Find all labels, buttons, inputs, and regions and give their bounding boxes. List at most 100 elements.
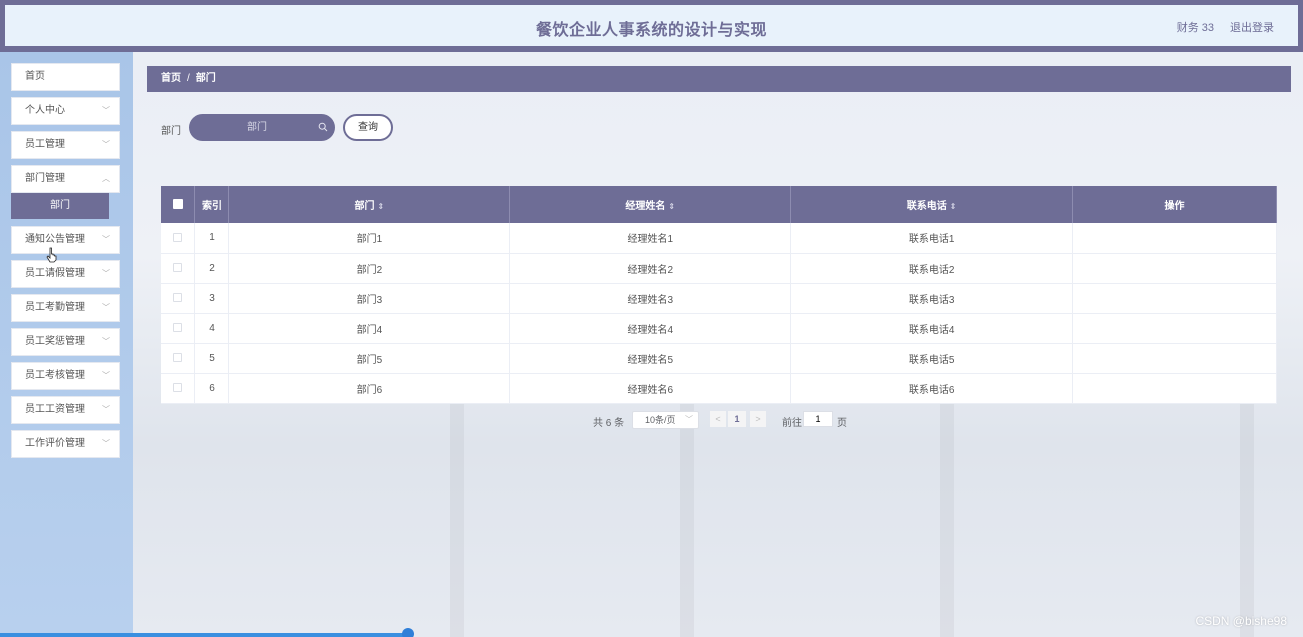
search-box bbox=[189, 114, 335, 141]
cell-manager: 经理姓名1 bbox=[509, 223, 792, 254]
cell-phone: 联系电话5 bbox=[790, 343, 1074, 374]
row-checkbox[interactable] bbox=[173, 323, 183, 333]
cell-index: 4 bbox=[194, 313, 230, 344]
sidebar-item-personal-center[interactable]: 个人中心 ﹀ bbox=[11, 97, 120, 125]
row-checkbox[interactable] bbox=[173, 383, 183, 393]
select-all-header bbox=[161, 186, 196, 223]
page-number-current[interactable]: 1 bbox=[728, 411, 746, 427]
query-button[interactable]: 查询 bbox=[343, 114, 393, 141]
row-checkbox[interactable] bbox=[173, 293, 183, 303]
col-phone[interactable]: 联系电话 ⇕ bbox=[790, 186, 1074, 223]
table-row: 1 部门1 经理姓名1 联系电话1 bbox=[161, 223, 1277, 254]
cell-phone: 联系电话4 bbox=[790, 313, 1074, 344]
watermark: CSDN @bishe98 bbox=[1195, 614, 1287, 628]
sidebar-item-evaluation-mgmt[interactable]: 工作评价管理 ﹀ bbox=[11, 430, 120, 458]
row-select bbox=[161, 283, 196, 314]
chevron-down-icon: ﹀ bbox=[102, 106, 110, 115]
chevron-down-icon: ﹀ bbox=[102, 405, 110, 414]
table-row: 6 部门6 经理姓名6 联系电话6 bbox=[161, 373, 1277, 404]
sidebar-item-notice-mgmt[interactable]: 通知公告管理 ﹀ bbox=[11, 226, 120, 254]
cell-actions bbox=[1072, 253, 1277, 284]
logout-link[interactable]: 退出登录 bbox=[1230, 19, 1274, 35]
row-select bbox=[161, 373, 196, 404]
prev-page-button[interactable]: < bbox=[710, 411, 726, 427]
cell-actions bbox=[1072, 223, 1277, 254]
breadcrumb-separator: / bbox=[187, 73, 190, 84]
chevron-down-icon: ﹀ bbox=[102, 269, 110, 278]
row-checkbox[interactable] bbox=[173, 263, 183, 273]
col-manager-label: 经理姓名 bbox=[625, 201, 666, 212]
sort-icon[interactable]: ⇕ bbox=[668, 202, 675, 211]
progress-bar bbox=[0, 633, 410, 637]
pagination-total: 共 6 条 bbox=[593, 418, 625, 429]
sidebar-item-dept-mgmt[interactable]: 部门管理 ︿ bbox=[11, 165, 120, 193]
page-size-select[interactable]: 10条/页 ﹀ bbox=[632, 411, 699, 429]
page-suffix: 页 bbox=[837, 418, 847, 429]
sidebar-item-label: 员工请假管理 bbox=[25, 268, 85, 279]
chevron-down-icon: ﹀ bbox=[102, 303, 110, 312]
table-row: 4 部门4 经理姓名4 联系电话4 bbox=[161, 313, 1277, 344]
chevron-down-icon: ﹀ bbox=[102, 439, 110, 448]
cell-phone: 联系电话2 bbox=[790, 253, 1074, 284]
row-select bbox=[161, 223, 196, 254]
cell-manager: 经理姓名2 bbox=[509, 253, 792, 284]
sidebar-item-salary-mgmt[interactable]: 员工工资管理 ﹀ bbox=[11, 396, 120, 424]
cell-manager: 经理姓名6 bbox=[509, 373, 792, 404]
cell-phone: 联系电话1 bbox=[790, 223, 1074, 254]
sidebar-item-label: 工作评价管理 bbox=[25, 438, 85, 449]
sort-icon[interactable]: ⇕ bbox=[950, 202, 957, 211]
cell-dept: 部门2 bbox=[228, 253, 511, 284]
sidebar-item-label: 员工工资管理 bbox=[25, 404, 85, 415]
sort-icon[interactable]: ⇕ bbox=[378, 202, 385, 211]
sidebar-item-label: 员工奖惩管理 bbox=[25, 336, 85, 347]
chevron-down-icon: ﹀ bbox=[685, 415, 693, 424]
search-input[interactable] bbox=[203, 114, 311, 141]
col-actions: 操作 bbox=[1072, 186, 1277, 223]
breadcrumb-current: 部门 bbox=[195, 73, 216, 84]
cell-manager: 经理姓名4 bbox=[509, 313, 792, 344]
next-page-button[interactable]: > bbox=[750, 411, 766, 427]
cell-dept: 部门3 bbox=[228, 283, 511, 314]
cell-manager: 经理姓名5 bbox=[509, 343, 792, 374]
sidebar-item-assessment-mgmt[interactable]: 员工考核管理 ﹀ bbox=[11, 362, 120, 390]
table-header-row: 索引 部门 ⇕ 经理姓名 ⇕ 联系电话 ⇕ 操作 bbox=[161, 186, 1277, 223]
row-select bbox=[161, 313, 196, 344]
goto-page-input[interactable] bbox=[803, 411, 833, 427]
row-checkbox[interactable] bbox=[173, 233, 183, 243]
sidebar-item-employee-mgmt[interactable]: 员工管理 ﹀ bbox=[11, 131, 120, 159]
sidebar-item-attendance-mgmt[interactable]: 员工考勤管理 ﹀ bbox=[11, 294, 120, 322]
cell-actions bbox=[1072, 343, 1277, 374]
sidebar-item-label: 员工考核管理 bbox=[25, 370, 85, 381]
cell-dept: 部门6 bbox=[228, 373, 511, 404]
table-row: 3 部门3 经理姓名3 联系电话3 bbox=[161, 283, 1277, 314]
cell-dept: 部门5 bbox=[228, 343, 511, 374]
chevron-down-icon: ﹀ bbox=[102, 235, 110, 244]
select-all-checkbox[interactable] bbox=[172, 199, 183, 210]
cell-index: 3 bbox=[194, 283, 230, 314]
row-select bbox=[161, 253, 196, 284]
sidebar-item-leave-mgmt[interactable]: 员工请假管理 ﹀ bbox=[11, 260, 120, 288]
sidebar-subitem-dept[interactable]: 部门 bbox=[11, 193, 109, 219]
cell-actions bbox=[1072, 313, 1277, 344]
cell-actions bbox=[1072, 283, 1277, 314]
top-header: 餐饮企业人事系统的设计与实现 财务 33 退出登录 bbox=[0, 0, 1303, 52]
chevron-down-icon: ﹀ bbox=[102, 140, 110, 149]
sidebar-item-home[interactable]: 首页 bbox=[11, 63, 120, 91]
app-title: 餐饮企业人事系统的设计与实现 bbox=[535, 22, 767, 39]
cell-phone: 联系电话3 bbox=[790, 283, 1074, 314]
table-row: 5 部门5 经理姓名5 联系电话5 bbox=[161, 343, 1277, 374]
search-label: 部门 bbox=[161, 126, 181, 137]
chevron-down-icon: ﹀ bbox=[102, 371, 110, 380]
cell-index: 5 bbox=[194, 343, 230, 374]
sidebar-item-reward-mgmt[interactable]: 员工奖惩管理 ﹀ bbox=[11, 328, 120, 356]
page-size-value: 10条/页 bbox=[645, 415, 676, 425]
row-checkbox[interactable] bbox=[173, 353, 183, 363]
search-icon bbox=[318, 122, 328, 132]
breadcrumb-home[interactable]: 首页 bbox=[161, 73, 181, 84]
row-select bbox=[161, 343, 196, 374]
cell-index: 6 bbox=[194, 373, 230, 404]
col-manager[interactable]: 经理姓名 ⇕ bbox=[509, 186, 792, 223]
col-dept[interactable]: 部门 ⇕ bbox=[228, 186, 511, 223]
breadcrumb: 首页 / 部门 bbox=[147, 66, 1291, 92]
progress-handle bbox=[402, 628, 414, 637]
